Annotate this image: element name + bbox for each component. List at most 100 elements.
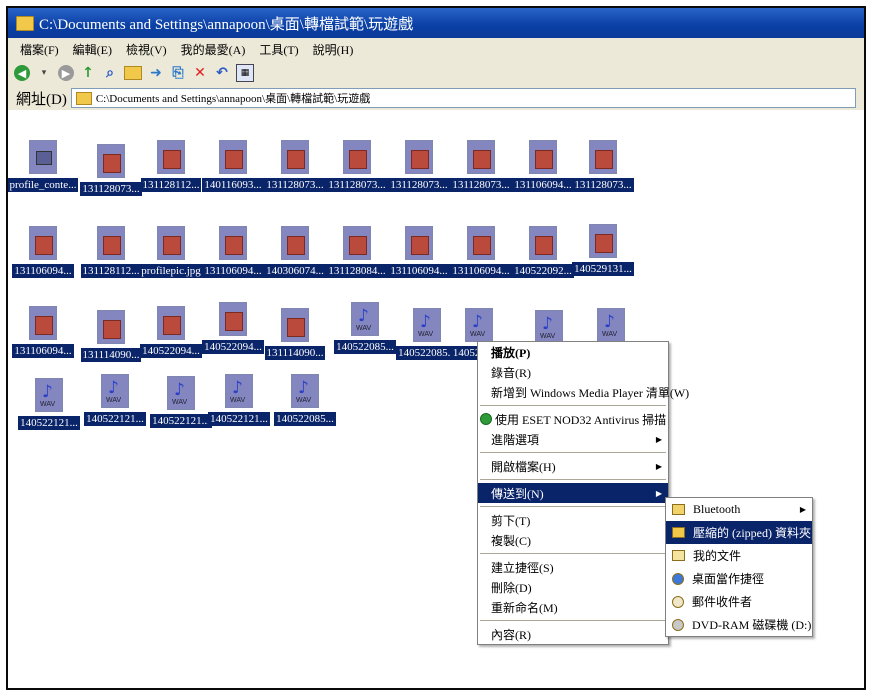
copy-to-icon[interactable]: ⎘ (170, 65, 186, 81)
file-glyph: ♪ (42, 382, 53, 402)
file-name: profilepic.jpg (139, 264, 203, 278)
delete-icon[interactable]: ✕ (192, 65, 208, 81)
send-to-item[interactable]: 我的文件 (666, 544, 812, 567)
context-menu-item[interactable]: 建立捷徑(S) (478, 557, 668, 577)
file-item[interactable]: WAV ♪ 140522121... (84, 374, 146, 426)
file-glyph: ♪ (420, 312, 431, 332)
file-item[interactable]: 131106094... (12, 226, 74, 278)
menu-edit[interactable]: 編輯(E) (73, 41, 112, 58)
menu-bar: 檔案(F) 編輯(E) 檢視(V) 我的最愛(A) 工具(T) 說明(H) (8, 38, 864, 61)
file-item[interactable]: 131128073... (572, 140, 634, 192)
move-to-icon[interactable]: ➜ (148, 65, 164, 81)
video-file-icon (343, 140, 371, 174)
menu-help[interactable]: 說明(H) (313, 41, 354, 58)
file-item[interactable]: 131128073... (264, 140, 326, 192)
send-to-submenu: Bluetooth ▶ 壓縮的 (zipped) 資料夾 我的文件桌面當作捷徑郵件收件… (665, 497, 813, 637)
file-glyph (595, 234, 613, 253)
file-item[interactable]: 131106094... (388, 226, 450, 278)
context-menu-item[interactable]: 錄音(R) (478, 362, 668, 382)
menu-tools[interactable]: 工具(T) (259, 41, 298, 58)
undo-icon[interactable]: ↶ (214, 65, 230, 81)
context-menu-label: 刪除(D) (491, 580, 532, 595)
file-item[interactable]: 131106094... (512, 140, 574, 192)
send-to-item[interactable]: Bluetooth ▶ (666, 498, 812, 521)
file-item[interactable]: WAV ♪ 140522121... (18, 378, 80, 430)
file-item[interactable]: profilepic.jpg (139, 226, 203, 278)
video-file-icon (343, 226, 371, 260)
context-menu-item[interactable]: 剪下(T) (478, 510, 668, 530)
send-to-label: 桌面當作捷徑 (692, 572, 765, 586)
submenu-arrow-icon: ▶ (655, 488, 662, 498)
context-menu-label: 傳送到(N) (491, 486, 544, 501)
send-to-item[interactable]: 壓縮的 (zipped) 資料夾 (666, 521, 812, 544)
address-input[interactable]: C:\Documents and Settings\annapoon\桌面\轉檔… (70, 88, 856, 108)
file-item[interactable]: WAV ♪ 140522121... (208, 374, 270, 426)
context-menu-item[interactable]: 播放(P) (478, 342, 668, 362)
context-menu-item[interactable]: 複製(C) (478, 530, 668, 550)
context-menu-item[interactable]: 內容(R) (478, 624, 668, 644)
folders-icon[interactable] (124, 66, 142, 80)
file-item[interactable]: 140522094... (140, 306, 202, 358)
file-item[interactable]: 131128073... (80, 144, 142, 196)
menu-file[interactable]: 檔案(F) (20, 41, 59, 58)
file-name: 140522092... (512, 264, 574, 278)
send-to-label: DVD-RAM 磁碟機 (D:) (692, 618, 812, 632)
file-item[interactable]: profile_conte... (8, 140, 79, 192)
up-folder-icon[interactable]: ↑ (80, 65, 96, 81)
file-item[interactable]: WAV ♪ 140522085... (274, 374, 336, 426)
file-item[interactable]: WAV ♪ (518, 310, 580, 344)
send-to-item[interactable]: DVD-RAM 磁碟機 (D:) (666, 613, 812, 636)
file-glyph (35, 316, 53, 335)
file-item[interactable]: 140529131... (572, 224, 634, 276)
file-item[interactable]: WAV ♪ 140522121... (150, 376, 212, 428)
context-menu-item[interactable]: 進階選項 ▶ (478, 429, 668, 449)
file-glyph (349, 236, 367, 255)
file-item[interactable]: 131128073... (388, 140, 450, 192)
context-menu-item[interactable]: 使用 ESET NOD32 Antivirus 掃描 (478, 409, 668, 429)
file-item[interactable]: 131128112... (80, 226, 142, 278)
file-item[interactable]: 131106094... (202, 226, 264, 278)
address-path: C:\Documents and Settings\annapoon\桌面\轉檔… (95, 93, 371, 105)
file-item[interactable]: 140116093... (202, 140, 264, 192)
search-icon[interactable]: ⌕ (102, 65, 118, 81)
file-glyph: ♪ (174, 380, 185, 400)
context-menu-label: 開啟檔案(H) (491, 459, 556, 474)
back-dropdown-icon[interactable]: ▾ (36, 65, 52, 81)
send-to-item[interactable]: 桌面當作捷徑 (666, 567, 812, 590)
file-glyph: ♪ (542, 314, 553, 334)
forward-icon[interactable]: ▶ (58, 65, 74, 81)
file-item[interactable]: 131106094... (450, 226, 512, 278)
file-item[interactable]: 131106094... (12, 306, 74, 358)
context-menu-item[interactable]: 新增到 Windows Media Player 清單(W) (478, 382, 689, 402)
file-glyph (35, 236, 53, 255)
file-item[interactable]: 131114090... (264, 308, 326, 360)
file-item[interactable]: 131128073... (450, 140, 512, 192)
back-icon[interactable]: ◀ (14, 65, 30, 81)
file-name: 140522085... (274, 412, 336, 426)
file-item[interactable]: 131128073... (326, 140, 388, 192)
send-to-item[interactable]: 郵件收件者 (666, 590, 812, 613)
file-item[interactable]: 131114090... (80, 310, 142, 362)
file-item[interactable]: 140522094... (202, 302, 264, 354)
video-file-icon (97, 226, 125, 260)
context-menu-label: 新增到 Windows Media Player 清單(W) (491, 385, 690, 400)
file-item[interactable]: 140522092... (512, 226, 574, 278)
context-menu-item[interactable]: 刪除(D) (478, 577, 668, 597)
views-icon[interactable]: ▦ (236, 64, 254, 82)
title-bar[interactable]: C:\Documents and Settings\annapoon\桌面\轉檔… (8, 8, 864, 38)
context-menu-item[interactable]: 傳送到(N) ▶ (478, 483, 668, 503)
file-item[interactable]: 131128084... (326, 226, 388, 278)
wav-label: WAV (602, 331, 618, 338)
file-item[interactable]: 131128112... (140, 140, 202, 192)
menu-view[interactable]: 檢視(V) (126, 41, 167, 58)
file-item[interactable]: WAV ♪ 140522085... (334, 302, 396, 354)
wav-file-icon: WAV ♪ (225, 374, 253, 408)
file-item[interactable]: 140306074... (264, 226, 326, 278)
video-file-icon (29, 226, 57, 260)
menu-favorites[interactable]: 我的最愛(A) (181, 41, 246, 58)
video-file-icon (157, 306, 185, 340)
my-documents-icon (672, 550, 685, 561)
context-menu-item[interactable]: 開啟檔案(H) ▶ (478, 456, 668, 476)
context-menu-label: 剪下(T) (491, 513, 531, 528)
context-menu-item[interactable]: 重新命名(M) (478, 597, 668, 617)
